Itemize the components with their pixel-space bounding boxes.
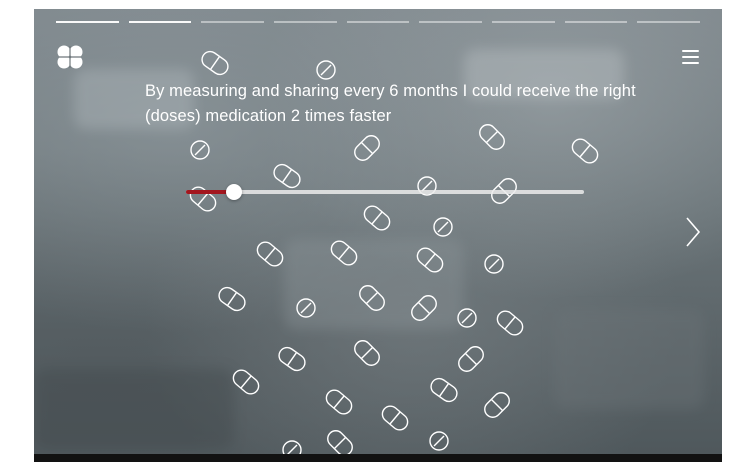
capsule-icon — [430, 377, 458, 403]
heart-logo-icon[interactable] — [56, 43, 84, 71]
chevron-right-icon[interactable] — [684, 216, 702, 248]
capsule-icon — [496, 310, 524, 336]
progress-segment — [128, 21, 192, 23]
tablet-icon — [433, 217, 453, 237]
measurement-slider[interactable] — [186, 183, 584, 201]
progress-segment — [564, 21, 628, 23]
capsule-icon — [325, 389, 353, 415]
bottom-bar — [34, 454, 722, 462]
capsule-icon — [354, 340, 380, 366]
progress-segment — [274, 21, 337, 23]
headline: By measuring and sharing every 6 months … — [145, 82, 636, 125]
capsule-icon — [571, 138, 599, 164]
hamburger-menu-icon[interactable] — [682, 50, 699, 64]
capsule-icon — [354, 135, 380, 161]
progress-segment — [56, 21, 119, 23]
capsule-icon — [381, 405, 409, 431]
background-blur — [34, 369, 234, 449]
capsule-icon — [232, 369, 260, 395]
tablet-icon — [190, 140, 210, 160]
slider-thumb[interactable] — [225, 184, 242, 200]
story-progress — [56, 21, 701, 24]
progress-segment — [201, 21, 265, 23]
progress-segment — [419, 21, 483, 23]
progress-segment — [492, 21, 555, 23]
capsule-icon — [201, 50, 229, 76]
progress-segment — [346, 21, 410, 23]
tablet-icon — [484, 254, 504, 274]
tablet-icon — [316, 60, 336, 80]
progress-segment — [637, 21, 701, 23]
story-slide: By measuring and sharing every 6 months … — [34, 9, 722, 454]
background-blur — [554, 309, 704, 409]
capsule-icon — [327, 430, 353, 454]
capsule-icon — [458, 346, 484, 372]
tablet-icon — [282, 440, 302, 454]
capsule-icon — [484, 392, 510, 418]
capsule-icon — [363, 205, 391, 231]
background-blur — [284, 239, 464, 329]
capsule-icon — [256, 241, 284, 267]
slider-track[interactable] — [186, 190, 584, 194]
tablet-icon — [429, 431, 449, 451]
capsule-icon — [278, 346, 306, 372]
capsule-icon — [218, 286, 246, 312]
